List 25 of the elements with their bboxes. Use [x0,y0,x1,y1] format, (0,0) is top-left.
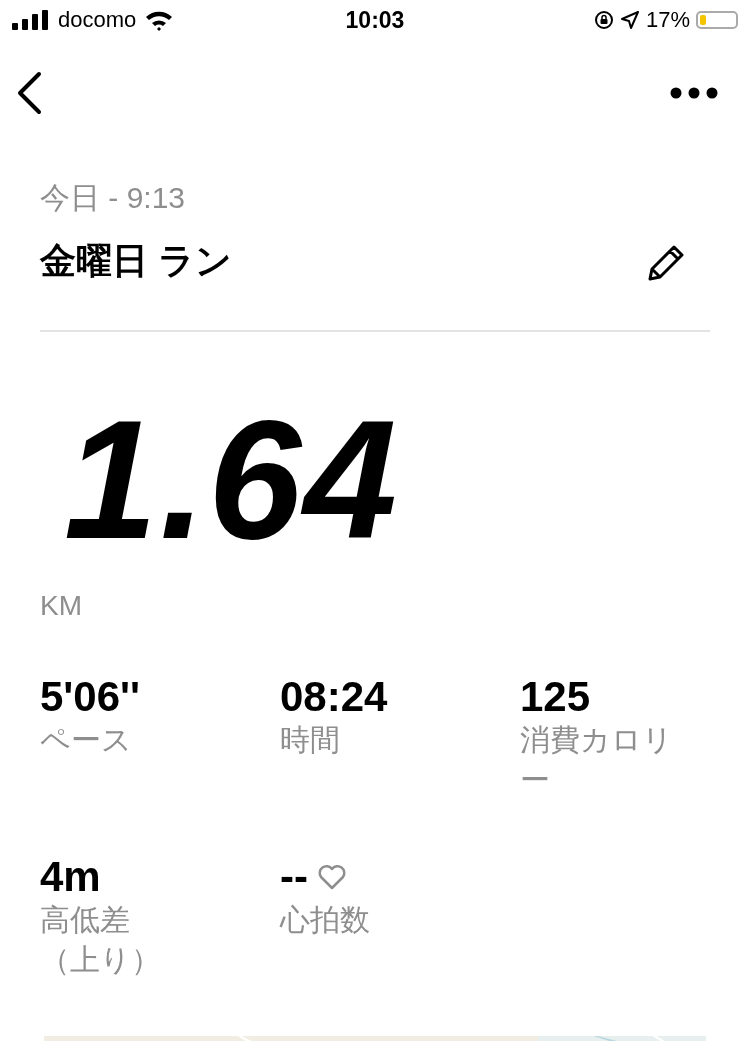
stat-label: 高低差（上り） [40,902,162,978]
stat-value: 4m [40,854,101,900]
distance-value: 1.64 [64,390,400,570]
more-icon[interactable] [670,87,718,99]
stat-label: 心拍数 [280,902,371,938]
carrier-name: docomo [58,7,137,33]
stat-value: 5'06'' [40,674,141,720]
stat-value: -- [280,854,308,900]
back-icon[interactable] [16,71,42,115]
stat-label: 時間 [280,722,341,758]
heart-icon [318,864,346,890]
location-arrow-icon [619,10,640,30]
wifi-icon [144,9,175,31]
distance-unit: KM [40,590,83,622]
battery-percent: 17% [645,7,690,33]
stat-label: 消費カロリー [520,722,674,798]
stat-label: ペース [40,722,133,758]
activity-title: 金曜日 ラン [40,239,232,283]
rotation-lock-icon [593,10,614,30]
stat-value: 125 [520,674,591,720]
battery-icon [696,11,738,29]
activity-date: 今日 - 9:13 [40,180,187,216]
stat-value: 08:24 [280,674,388,720]
signal-icon [12,10,50,30]
status-time: 10:03 [345,6,405,34]
